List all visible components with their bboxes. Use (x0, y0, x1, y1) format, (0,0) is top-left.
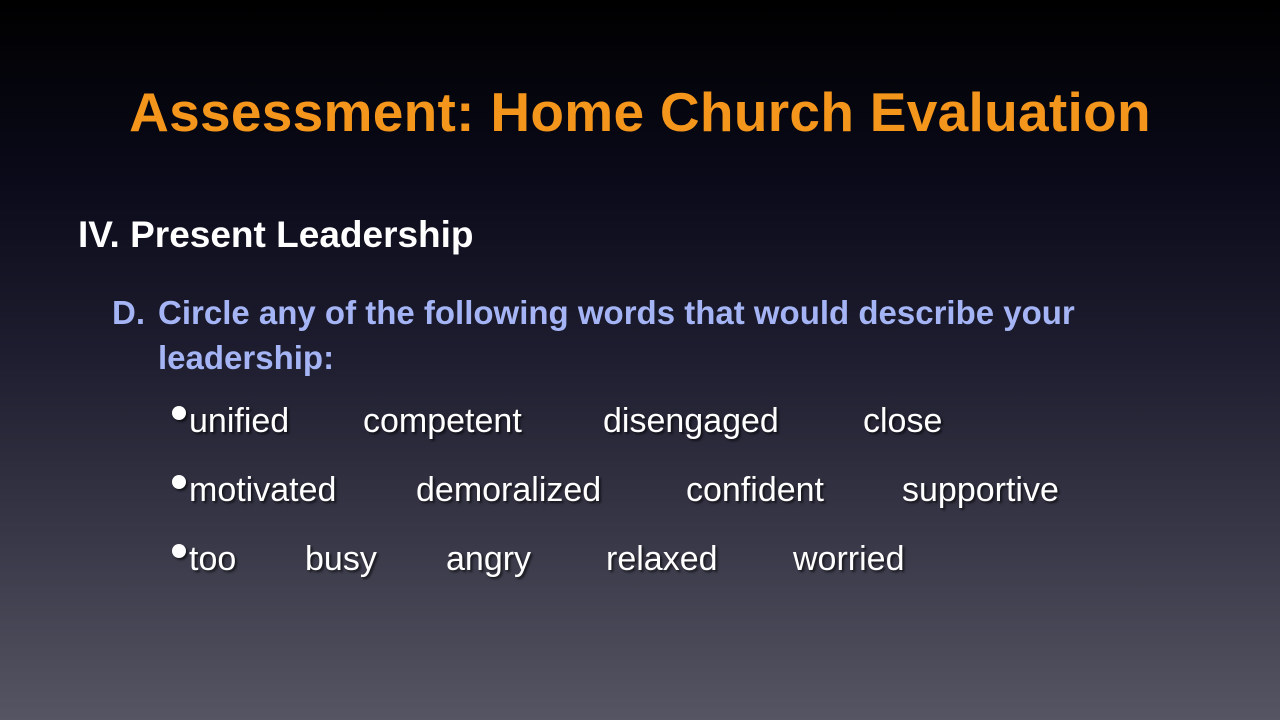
bullet-icon (172, 406, 186, 420)
word: relaxed (606, 540, 718, 578)
word: worried (793, 540, 905, 578)
word: demoralized (416, 471, 602, 509)
word: too (189, 540, 237, 578)
word: competent (363, 402, 522, 440)
slide-title: Assessment: Home Church Evaluation (129, 81, 1151, 143)
word: close (863, 402, 943, 440)
bullet-icon (172, 544, 186, 558)
word: disengaged (603, 402, 779, 440)
word: supportive (902, 471, 1059, 509)
section-heading: IV. Present Leadership (78, 214, 474, 255)
bullet-icon (172, 475, 186, 489)
word: motivated (189, 471, 337, 509)
word: angry (446, 540, 532, 578)
word: busy (305, 540, 377, 578)
sub-item-label: D. (112, 294, 145, 331)
sub-item-text: Circle any of the following words that w… (158, 294, 1075, 376)
word: confident (686, 471, 824, 509)
word: unified (189, 402, 290, 440)
